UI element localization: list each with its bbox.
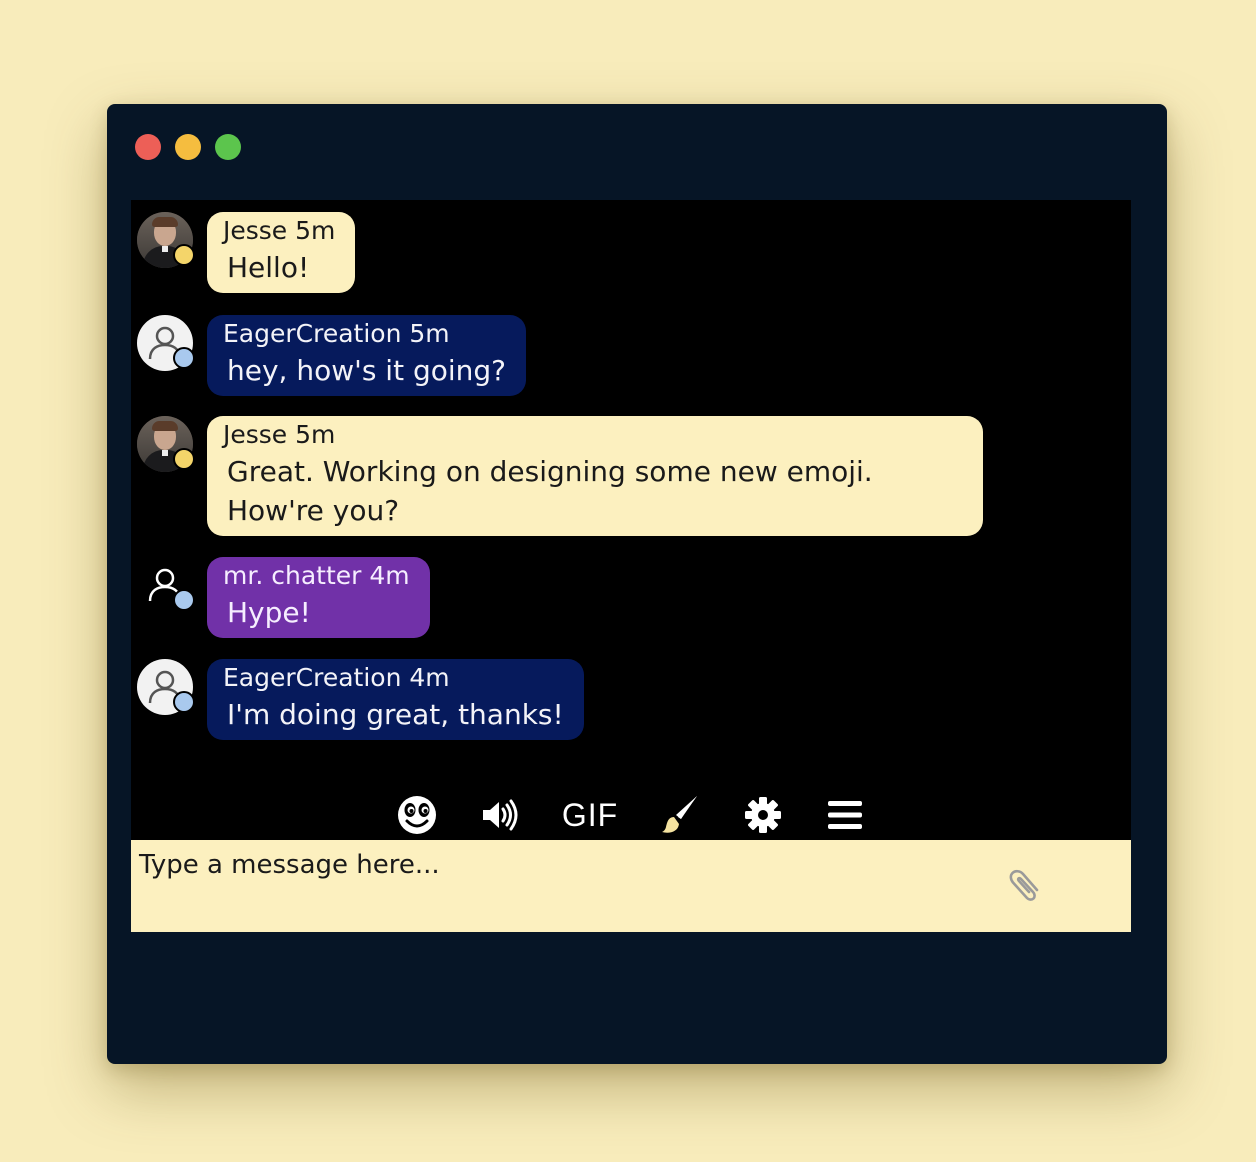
emoji-button[interactable] [376, 790, 458, 840]
avatar-eagercreation[interactable] [137, 315, 195, 371]
chat-toolbar: GIF [131, 790, 1131, 840]
message-input[interactable]: Type a message here... [131, 840, 1131, 932]
chat-window: Jesse 5m Hello! EagerCreation 5m hey, ho… [107, 104, 1167, 1064]
message-meta: EagerCreation 4m [223, 663, 450, 692]
presence-away-indicator [173, 244, 195, 266]
message-meta: Jesse 5m [223, 420, 336, 449]
message-bubble: Jesse 5m Hello! [207, 212, 356, 293]
message-text: Hype! [227, 596, 311, 629]
minimize-window-button[interactable] [175, 134, 201, 160]
avatar-jesse[interactable] [137, 416, 195, 472]
gear-icon [745, 797, 781, 833]
avatar-eagercreation[interactable] [137, 659, 195, 715]
message-text: I'm doing great, thanks! [227, 698, 564, 731]
maximize-window-button[interactable] [215, 134, 241, 160]
message-list[interactable]: Jesse 5m Hello! EagerCreation 5m hey, ho… [131, 200, 1131, 840]
presence-away-indicator [173, 448, 195, 470]
message-text: Great. Working on designing some new emo… [227, 455, 873, 488]
avatar-mr-chatter[interactable] [137, 557, 195, 613]
sound-toggle-button[interactable] [458, 790, 540, 840]
message-bubble: EagerCreation 4m I'm doing great, thanks… [207, 659, 584, 740]
message-meta: Jesse 5m [223, 216, 336, 245]
message-item: Jesse 5m Hello! [137, 212, 356, 293]
message-item: Jesse 5m Great. Working on designing som… [137, 416, 983, 536]
presence-online-indicator [173, 347, 195, 369]
gif-button[interactable]: GIF [540, 790, 640, 840]
message-text: How're you? [227, 494, 400, 527]
paperclip-icon [1009, 869, 1039, 901]
close-window-button[interactable] [135, 134, 161, 160]
message-bubble: EagerCreation 5m hey, how's it going? [207, 315, 527, 396]
settings-button[interactable] [722, 790, 804, 840]
menu-button[interactable] [804, 790, 886, 840]
message-bubble: Jesse 5m Great. Working on designing som… [207, 416, 983, 536]
message-bubble: mr. chatter 4m Hype! [207, 557, 430, 638]
attach-button[interactable] [1007, 864, 1045, 908]
message-text: hey, how's it going? [227, 354, 507, 387]
speaker-icon [483, 799, 518, 831]
emoji-face-icon [398, 796, 436, 834]
paintbrush-icon [662, 796, 697, 833]
presence-online-indicator [173, 589, 195, 611]
message-text: Hello! [227, 251, 310, 284]
avatar-jesse[interactable] [137, 212, 195, 268]
window-controls [135, 134, 241, 160]
message-input-placeholder[interactable]: Type a message here... [139, 850, 440, 880]
message-meta: mr. chatter 4m [223, 561, 410, 590]
message-meta: EagerCreation 5m [223, 319, 450, 348]
presence-online-indicator [173, 691, 195, 713]
message-item: mr. chatter 4m Hype! [137, 557, 430, 638]
message-item: EagerCreation 5m hey, how's it going? [137, 315, 527, 396]
paint-button[interactable] [640, 790, 722, 840]
hamburger-menu-icon [828, 801, 862, 829]
message-item: EagerCreation 4m I'm doing great, thanks… [137, 659, 584, 740]
